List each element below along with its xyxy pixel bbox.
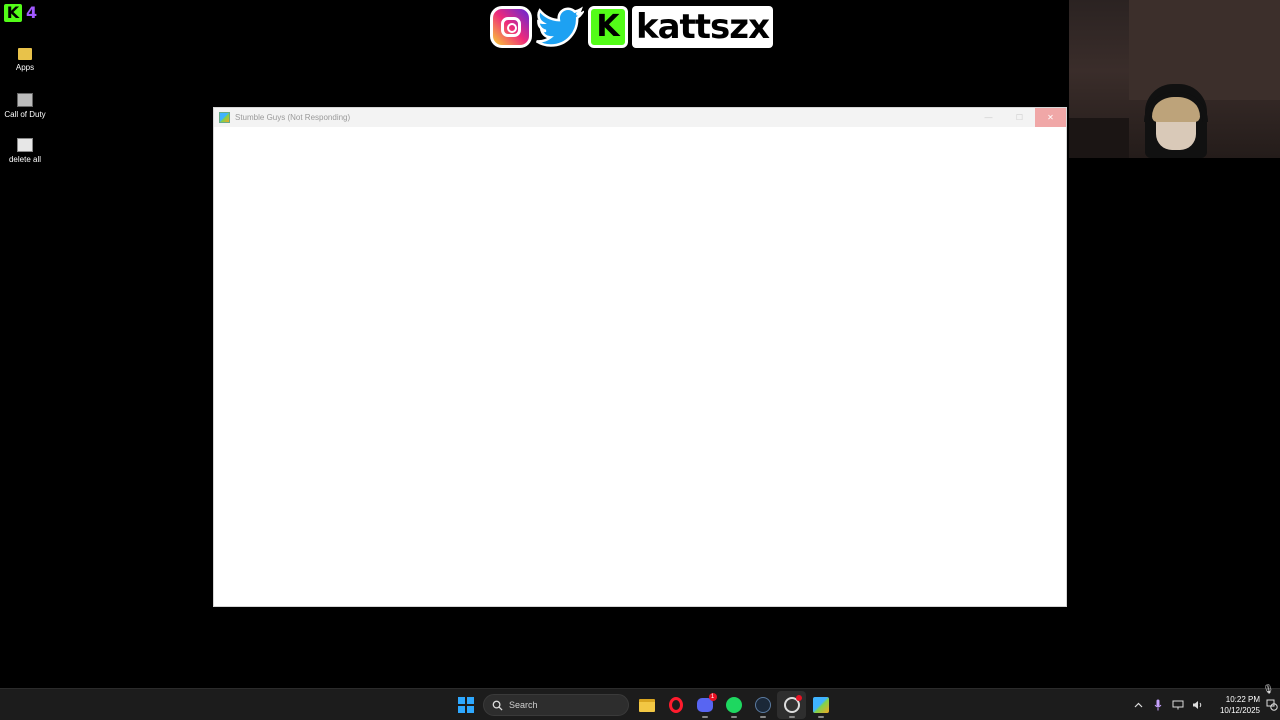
obs-icon bbox=[783, 695, 802, 713]
window-controls: — ☐ ✕ bbox=[973, 108, 1066, 127]
folder-icon bbox=[18, 48, 32, 60]
chevron-up-icon bbox=[1134, 702, 1142, 707]
folder-icon bbox=[638, 698, 655, 712]
window-client-area[interactable] bbox=[214, 127, 1066, 606]
desktop-icon-label: Apps bbox=[15, 63, 35, 72]
desktop-icon-delete-all[interactable]: delete all bbox=[0, 136, 50, 180]
minimize-button[interactable]: — bbox=[973, 108, 1004, 127]
taskbar-clock[interactable]: 10:22 PM 10/12/2025 bbox=[1212, 694, 1260, 716]
windows-logo-icon bbox=[457, 697, 474, 713]
running-indicator bbox=[759, 716, 766, 718]
running-indicator bbox=[817, 716, 824, 718]
search-icon bbox=[492, 700, 503, 711]
show-hidden-icons-button[interactable] bbox=[1128, 691, 1148, 719]
kick-logo-icon: K bbox=[4, 4, 22, 22]
taskbar-search[interactable]: Search bbox=[483, 694, 629, 716]
opera-icon bbox=[668, 697, 683, 713]
discord-icon: 1 bbox=[696, 693, 717, 712]
taskbar-spotify[interactable] bbox=[719, 691, 748, 719]
spotify-icon bbox=[725, 697, 742, 713]
webcam-overlay bbox=[1069, 0, 1280, 158]
taskbar-obs[interactable] bbox=[777, 691, 806, 719]
microphone-icon bbox=[1154, 699, 1162, 710]
taskbar-file-explorer[interactable] bbox=[632, 691, 661, 719]
kick-badge: K 4 bbox=[4, 4, 37, 22]
running-indicator bbox=[701, 716, 708, 718]
instagram-icon bbox=[490, 6, 532, 48]
desktop-icon-label: delete all bbox=[8, 155, 42, 164]
notification-bell-icon bbox=[1266, 699, 1278, 711]
desktop-icon-label: Call of Duty bbox=[4, 110, 46, 119]
running-indicator bbox=[730, 716, 737, 718]
taskbar-apps: Search 1 bbox=[451, 691, 835, 719]
system-tray: 10:22 PM 10/12/2025 bbox=[1128, 689, 1280, 720]
volume-tray-button[interactable] bbox=[1188, 691, 1208, 719]
stumble-guys-icon bbox=[812, 697, 829, 713]
network-tray-button[interactable] bbox=[1168, 691, 1188, 719]
file-shortcut-icon bbox=[17, 138, 33, 152]
taskbar: Search 1 10:22 PM 10/12/2025 🎙 bbox=[0, 684, 1280, 720]
steam-icon bbox=[754, 697, 771, 713]
speaker-icon bbox=[1193, 700, 1202, 709]
app-window[interactable]: Stumble Guys (Not Responding) — ☐ ✕ bbox=[213, 107, 1067, 607]
running-indicator bbox=[788, 716, 795, 718]
close-button[interactable]: ✕ bbox=[1035, 108, 1066, 127]
desktop-icons: Apps Call of Duty delete all bbox=[0, 46, 50, 181]
clock-date: 10/12/2025 bbox=[1219, 705, 1260, 715]
window-title: Stumble Guys (Not Responding) bbox=[235, 113, 351, 122]
stumble-guys-icon bbox=[219, 112, 230, 123]
desktop-icon-call-of-duty[interactable]: Call of Duty bbox=[0, 91, 50, 135]
maximize-button[interactable]: ☐ bbox=[1004, 108, 1035, 127]
window-titlebar[interactable]: Stumble Guys (Not Responding) — ☐ ✕ bbox=[214, 108, 1066, 127]
discord-badge: 1 bbox=[708, 693, 717, 701]
clock-time: 10:22 PM bbox=[1225, 694, 1260, 704]
kick-count: 4 bbox=[26, 3, 38, 22]
network-icon bbox=[1172, 700, 1184, 709]
microphone-icon: 🎙 bbox=[1262, 684, 1274, 694]
start-button[interactable] bbox=[451, 691, 480, 719]
taskbar-stumble-guys[interactable] bbox=[806, 691, 835, 719]
social-banner: K kattszx bbox=[490, 6, 774, 48]
taskbar-opera[interactable] bbox=[661, 691, 690, 719]
twitter-icon bbox=[536, 6, 584, 47]
game-shortcut-icon bbox=[17, 93, 33, 107]
social-handle: kattszx bbox=[632, 6, 774, 48]
taskbar-steam[interactable] bbox=[748, 691, 777, 719]
search-label: Search bbox=[509, 700, 538, 710]
kick-logo-icon: K bbox=[588, 6, 628, 48]
microphone-tray-button[interactable] bbox=[1148, 691, 1168, 719]
taskbar-discord[interactable]: 1 bbox=[690, 691, 719, 719]
desktop-icon-apps[interactable]: Apps bbox=[0, 46, 50, 90]
